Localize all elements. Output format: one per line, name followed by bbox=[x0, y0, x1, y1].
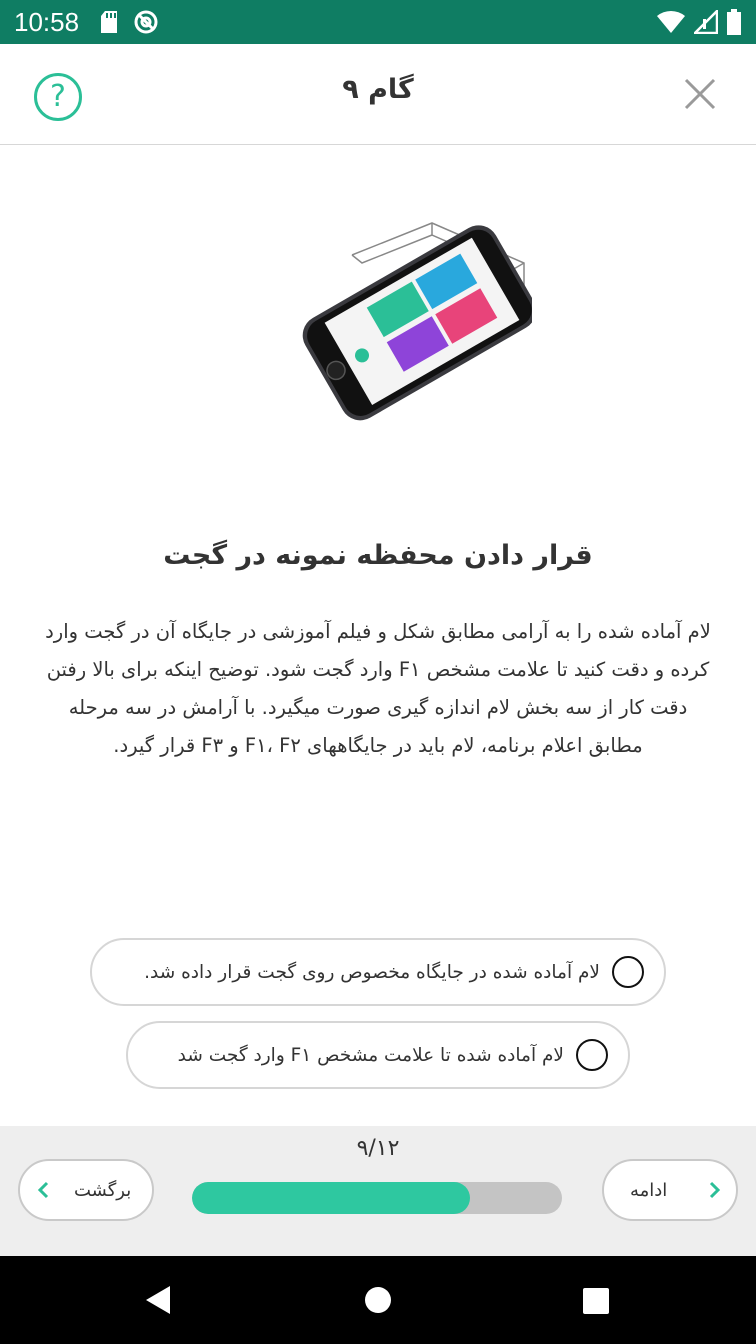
chevron-right-icon bbox=[709, 1181, 721, 1199]
phone-gadget-illustration bbox=[302, 222, 532, 421]
checklist-option-label: لام آماده شده در جایگاه مخصوص روی گجت قر… bbox=[144, 961, 600, 983]
checklist-option-slide-placed[interactable]: لام آماده شده در جایگاه مخصوص روی گجت قر… bbox=[90, 938, 666, 1006]
step-heading: قرار دادن محفظه نمونه در گجت bbox=[163, 540, 593, 571]
close-button[interactable] bbox=[684, 78, 716, 110]
nav-recents-icon[interactable] bbox=[582, 1287, 610, 1315]
system-icons bbox=[656, 9, 742, 35]
progress-fill bbox=[192, 1182, 470, 1214]
progress-label: ۹/۱۲ bbox=[356, 1136, 400, 1161]
back-button[interactable]: برگشت bbox=[18, 1159, 154, 1221]
system-navigation-bar bbox=[0, 1256, 756, 1344]
wifi-icon bbox=[657, 10, 685, 34]
notification-icons bbox=[99, 9, 159, 35]
page-title: گام ۹ bbox=[342, 74, 414, 105]
progress-bar bbox=[192, 1182, 562, 1214]
step-navigation-bar: ۹/۱۲ برگشت ادامه bbox=[0, 1126, 756, 1256]
battery-icon bbox=[727, 9, 741, 35]
close-icon bbox=[684, 78, 716, 110]
radio-button[interactable] bbox=[612, 956, 644, 988]
step-description: لام آماده شده را به آرامی مطابق شکل و فی… bbox=[45, 620, 711, 757]
back-button-label: برگشت bbox=[74, 1179, 132, 1201]
status-time: 10:58 bbox=[14, 6, 80, 37]
next-button[interactable]: ادامه bbox=[602, 1159, 738, 1221]
checklist-option-slide-inserted[interactable]: لام آماده شده تا علامت مشخص F۱ وارد گجت … bbox=[126, 1021, 630, 1089]
nav-back-icon[interactable] bbox=[144, 1285, 172, 1315]
no-sync-icon bbox=[134, 10, 158, 34]
status-bar: 10:58 bbox=[0, 0, 756, 44]
nav-home-icon[interactable] bbox=[364, 1286, 392, 1314]
sd-card-icon bbox=[101, 11, 118, 33]
radio-button[interactable] bbox=[576, 1039, 608, 1071]
checklist-option-label: لام آماده شده تا علامت مشخص F۱ وارد گجت … bbox=[177, 1044, 564, 1066]
signal-icon bbox=[694, 10, 718, 34]
next-button-label: ادامه bbox=[630, 1179, 668, 1201]
app-header: ? گام ۹ bbox=[0, 44, 756, 145]
chevron-left-icon bbox=[37, 1181, 49, 1199]
